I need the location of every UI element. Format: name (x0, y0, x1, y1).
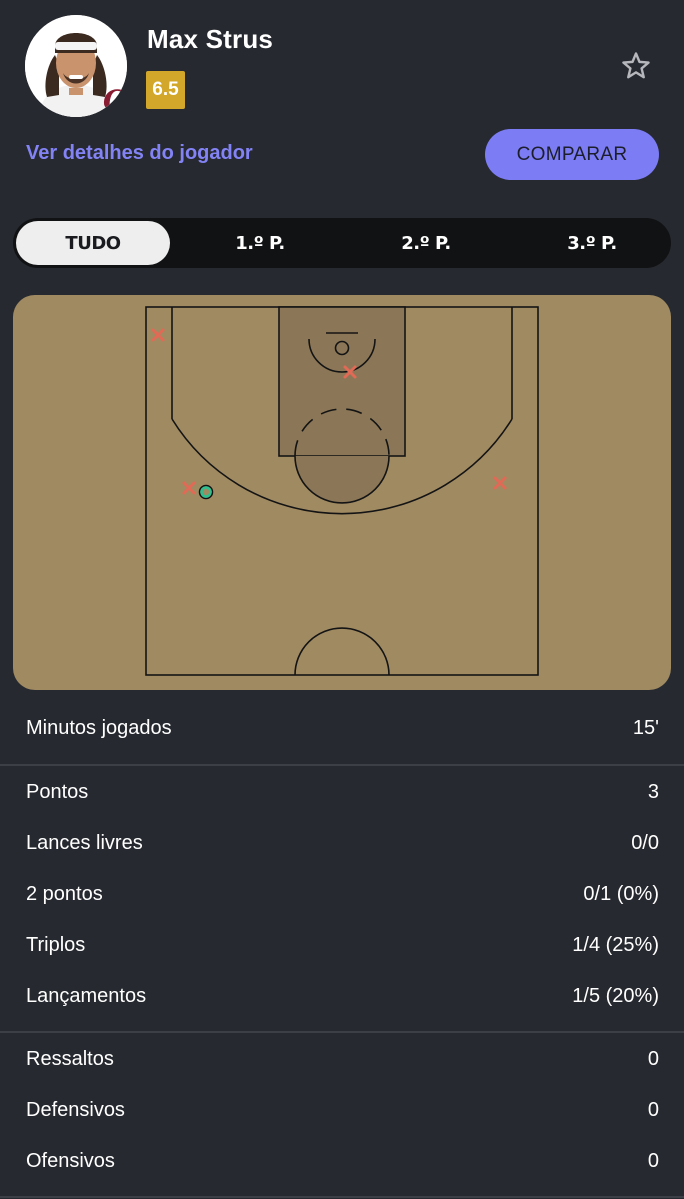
stat-row-three-pointers: Triplos 1/4 (25%) (26, 930, 659, 960)
stat-value: 0 (647, 1149, 659, 1172)
team-logo: C (103, 84, 126, 117)
stat-row-rebounds: Ressaltos 0 (26, 1044, 659, 1074)
stat-value: 3 (647, 780, 659, 803)
court-diagram (145, 306, 539, 676)
tab-period-2[interactable]: 2.º P. (349, 221, 503, 265)
stat-label: Ressaltos (26, 1047, 114, 1070)
stat-row-offensive-rebounds: Ofensivos 0 (26, 1146, 659, 1176)
stat-row-minutes: Minutos jogados 15' (26, 713, 659, 743)
stat-value: 0/0 (631, 831, 659, 854)
stat-row-field-goals: Lançamentos 1/5 (20%) (26, 981, 659, 1011)
stat-row-points: Pontos 3 (26, 777, 659, 807)
player-details-link[interactable]: Ver detalhes do jogador (26, 142, 253, 165)
stat-label: Defensivos (26, 1098, 125, 1121)
stat-row-two-pointers: 2 pontos 0/1 (0%) (26, 879, 659, 909)
tab-all[interactable]: TUDO (16, 221, 170, 265)
missed-shot-marker (493, 476, 507, 490)
stat-label: Lançamentos (26, 984, 147, 1007)
shot-chart-court (13, 295, 671, 690)
stat-label: Triplos (26, 933, 86, 956)
player-name: Max Strus (147, 24, 274, 54)
missed-shot-marker (151, 328, 165, 342)
stat-label: Lances livres (26, 831, 143, 854)
stat-row-free-throws: Lances livres 0/0 (26, 828, 659, 858)
divider (0, 1031, 684, 1033)
free-throw-circle-bottom (294, 455, 390, 504)
stat-label: Pontos (26, 780, 89, 803)
stat-label: Ofensivos (26, 1149, 115, 1172)
stat-label: 2 pontos (26, 882, 103, 905)
stat-value: 0 (647, 1098, 659, 1121)
divider (0, 764, 684, 766)
stat-row-defensive-rebounds: Defensivos 0 (26, 1095, 659, 1125)
stat-value: 0 (647, 1047, 659, 1070)
stat-value: 1/5 (20%) (572, 984, 659, 1007)
favorite-star-icon[interactable] (617, 47, 655, 85)
player-header: C Max Strus 6.5 Ver detalhes do jogador … (0, 0, 684, 200)
compare-button[interactable]: COMPARAR (485, 129, 659, 180)
rating-badge: 6.5 (146, 71, 185, 109)
player-photo: C (25, 15, 127, 117)
stat-value: 15' (632, 716, 659, 739)
divider (0, 1196, 684, 1198)
center-circle (294, 627, 390, 676)
stat-label: Minutos jogados (26, 716, 172, 739)
missed-shot-marker (182, 481, 196, 495)
tab-period-3[interactable]: 3.º P. (515, 221, 669, 265)
paint-area (278, 306, 406, 457)
tab-period-1[interactable]: 1.º P. (183, 221, 337, 265)
period-tabs: TUDO 1.º P. 2.º P. 3.º P. (13, 218, 671, 268)
stat-value: 1/4 (25%) (572, 933, 659, 956)
player-avatar[interactable]: C (25, 15, 127, 117)
made-shot-marker (200, 486, 212, 498)
stat-value: 0/1 (0%) (583, 882, 659, 905)
